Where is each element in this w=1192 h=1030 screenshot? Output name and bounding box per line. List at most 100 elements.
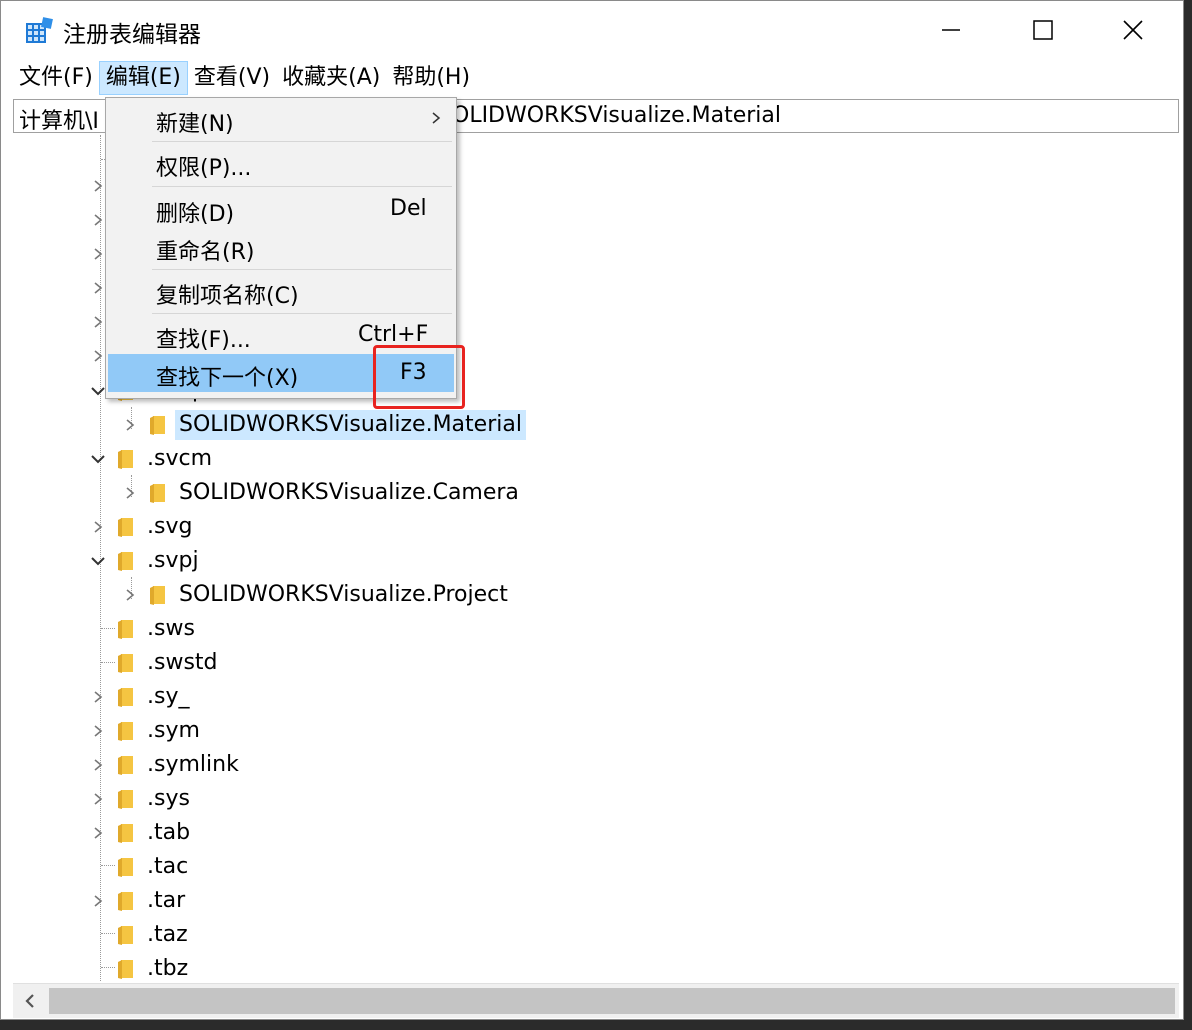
- menu-item-rename[interactable]: 重命名(R): [108, 228, 454, 266]
- menu-item-shortcut: Del: [390, 196, 427, 221]
- menu-help[interactable]: 帮助(H): [386, 61, 476, 95]
- registry-editor-window: 注册表编辑器 文件(F) 编辑(E) 查看(V) 收藏夹(A) 帮助(H) 计算…: [0, 0, 1184, 1020]
- tree-item-label: SOLIDWORKSVisualize.Material: [175, 410, 526, 440]
- tree-row[interactable]: .sws: [89, 613, 199, 645]
- folder-icon: [118, 688, 133, 707]
- chevron-right-icon[interactable]: [91, 315, 105, 329]
- tree-item-label: .svpj: [147, 548, 199, 573]
- menu-item-shortcut: Ctrl+F: [358, 322, 429, 347]
- tree-item-label: .svcm: [147, 446, 213, 471]
- scrollbar-thumb[interactable]: [49, 988, 1175, 1014]
- folder-icon: [118, 892, 133, 911]
- title-bar[interactable]: 注册表编辑器: [1, 1, 1183, 59]
- tree-row[interactable]: .tac: [89, 851, 192, 883]
- tree-item-label: .swstd: [147, 650, 218, 675]
- chevron-right-icon[interactable]: [89, 824, 107, 842]
- menu-item-label: 查找下一个(X): [156, 366, 299, 391]
- tree-row[interactable]: SOLIDWORKSVisualize.Project: [121, 579, 512, 611]
- folder-icon: [118, 552, 133, 571]
- menu-item-new[interactable]: 新建(N): [108, 100, 454, 138]
- tree-item-label: .symlink: [147, 752, 239, 777]
- folder-icon: [150, 416, 165, 435]
- menu-item-label: 删除(D): [156, 202, 235, 227]
- chevron-right-icon[interactable]: [89, 892, 107, 910]
- folder-icon: [118, 654, 133, 673]
- menu-separator: [152, 141, 452, 142]
- tree-row[interactable]: .svpj: [89, 545, 203, 577]
- tree-item-label: .tar: [147, 888, 186, 913]
- chevron-right-icon[interactable]: [89, 518, 107, 536]
- minimize-button[interactable]: [905, 1, 997, 59]
- folder-icon: [118, 824, 133, 843]
- chevron-right-icon[interactable]: [121, 416, 139, 434]
- menu-view[interactable]: 查看(V): [188, 61, 276, 95]
- tree-item-label: .taz: [147, 922, 188, 947]
- chevron-right-icon[interactable]: [91, 179, 105, 193]
- tree-row[interactable]: SOLIDWORKSVisualize.Camera: [121, 477, 523, 509]
- close-icon: [1123, 20, 1143, 40]
- tree-row[interactable]: SOLIDWORKSVisualize.Material: [121, 409, 526, 441]
- chevron-right-icon: [432, 112, 441, 124]
- chevron-right-icon[interactable]: [121, 484, 139, 502]
- tree-row[interactable]: .sys: [89, 783, 194, 815]
- chevron-right-icon[interactable]: [121, 586, 139, 604]
- chevron-right-icon[interactable]: [91, 247, 105, 261]
- chevron-right-icon[interactable]: [91, 213, 105, 227]
- tree-row[interactable]: .symlink: [89, 749, 243, 781]
- folder-icon: [118, 790, 133, 809]
- menu-separator: [152, 186, 452, 187]
- tree-item-label: SOLIDWORKSVisualize.Camera: [179, 480, 519, 505]
- chevron-left-icon: [25, 994, 34, 1008]
- menu-item-label: 重命名(R): [156, 240, 255, 265]
- registry-editor-icon: [26, 17, 53, 43]
- chevron-down-icon[interactable]: [89, 450, 107, 468]
- menu-item-label: 权限(P)...: [156, 156, 252, 181]
- menu-item-delete[interactable]: 删除(D) Del: [108, 190, 454, 228]
- folder-icon: [118, 620, 133, 639]
- tree-item-label: SOLIDWORKSVisualize.Project: [179, 582, 508, 607]
- minimize-icon: [942, 29, 960, 31]
- tree-row[interactable]: .svcm: [89, 443, 216, 475]
- maximize-icon: [1033, 20, 1053, 40]
- folder-icon: [118, 518, 133, 537]
- scroll-left-button[interactable]: [13, 984, 47, 1018]
- chevron-right-icon[interactable]: [89, 688, 107, 706]
- menu-item-copy-key-name[interactable]: 复制项名称(C): [108, 272, 454, 310]
- tree-row[interactable]: .tar: [89, 885, 189, 917]
- tree-item-label: .svg: [147, 514, 193, 539]
- chevron-right-icon[interactable]: [89, 722, 107, 740]
- tree-item-label: .sym: [147, 718, 200, 743]
- chevron-right-icon[interactable]: [89, 790, 107, 808]
- tree-row[interactable]: .svg: [89, 511, 196, 543]
- chevron-down-icon[interactable]: [89, 552, 107, 570]
- tree-row[interactable]: .tbz: [89, 953, 192, 981]
- menu-edit[interactable]: 编辑(E): [98, 61, 188, 95]
- close-button[interactable]: [1087, 1, 1179, 59]
- chevron-right-icon[interactable]: [89, 756, 107, 774]
- tree-row[interactable]: .sy_: [89, 681, 193, 713]
- tree-item-label: .tbz: [147, 956, 189, 981]
- folder-icon: [118, 756, 133, 775]
- tree-row[interactable]: .tab: [89, 817, 194, 849]
- tree-row[interactable]: .swstd: [89, 647, 222, 679]
- tree-row[interactable]: .taz: [89, 919, 192, 951]
- tree-row[interactable]: .sym: [89, 715, 204, 747]
- maximize-button[interactable]: [997, 1, 1089, 59]
- chevron-right-icon[interactable]: [91, 281, 105, 295]
- horizontal-scrollbar[interactable]: [13, 983, 1179, 1018]
- menu-favorites[interactable]: 收藏夹(A): [276, 61, 386, 95]
- folder-icon: [118, 926, 133, 945]
- tree-item-label: .tab: [147, 820, 191, 845]
- window-title: 注册表编辑器: [63, 22, 201, 48]
- menu-item-label: 复制项名称(C): [156, 284, 299, 309]
- folder-icon: [118, 450, 133, 469]
- folder-icon: [118, 960, 133, 979]
- menu-file[interactable]: 文件(F): [13, 61, 99, 95]
- menu-item-permissions[interactable]: 权限(P)...: [108, 144, 454, 182]
- menu-item-label: 新建(N): [156, 112, 234, 137]
- chevron-right-icon[interactable]: [91, 349, 105, 363]
